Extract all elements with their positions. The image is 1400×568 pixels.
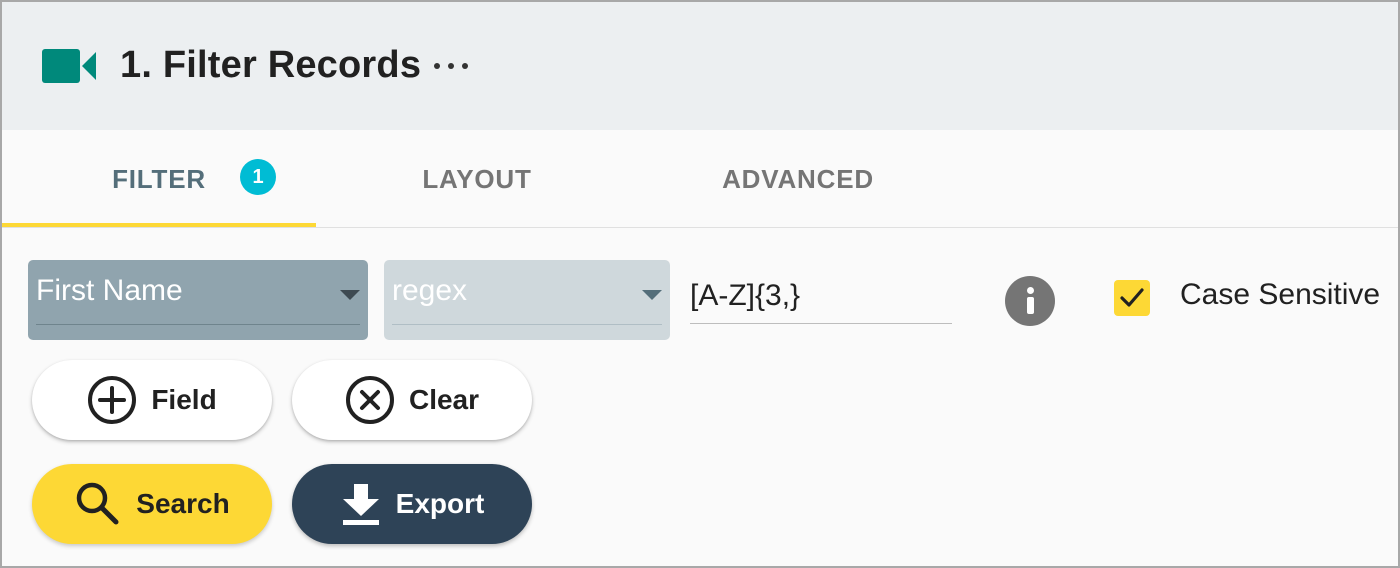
page-title: 1. Filter Records: [120, 44, 422, 86]
search-label: Search: [136, 488, 230, 519]
active-tab-indicator: [2, 223, 316, 227]
field-select-value: First Name: [36, 274, 183, 307]
tab-advanced[interactable]: ADVANCED: [638, 130, 958, 228]
operator-select[interactable]: regex: [384, 260, 670, 340]
export-label: Export: [395, 488, 485, 519]
chevron-down-icon: [340, 290, 360, 300]
checkmark-icon: [1120, 288, 1144, 307]
tab-filter-label: FILTER: [112, 163, 206, 194]
filter-count-badge: 1: [240, 159, 276, 195]
more-options-icon[interactable]: [434, 58, 468, 74]
tab-layout-label: LAYOUT: [422, 163, 532, 194]
add-field-label: Field: [151, 384, 217, 415]
add-circle-icon: [87, 375, 137, 425]
download-icon: [340, 482, 382, 526]
case-sensitive-label: Case Sensitive: [1180, 278, 1381, 311]
export-button[interactable]: Export: [292, 464, 532, 544]
clear-label: Clear: [408, 384, 480, 415]
operator-select-underline: [392, 324, 662, 325]
search-button[interactable]: Search: [32, 464, 272, 544]
field-select-underline: [36, 324, 360, 325]
field-select[interactable]: First Name: [28, 260, 368, 340]
panel-header: 1. Filter Records: [2, 2, 1398, 130]
filter-value-input[interactable]: [690, 274, 952, 324]
tab-bar: FILTER 1 LAYOUT ADVANCED: [2, 130, 1398, 228]
search-icon: [74, 480, 122, 528]
tab-advanced-label: ADVANCED: [722, 163, 874, 194]
clear-button[interactable]: Clear: [292, 360, 532, 440]
case-sensitive-checkbox[interactable]: [1114, 280, 1150, 316]
filter-panel: 1. Filter Records FILTER 1 LAYOUT ADVANC…: [0, 0, 1400, 568]
operator-select-value: regex: [392, 274, 468, 307]
info-icon[interactable]: [1005, 276, 1055, 326]
video-camera-icon: [42, 49, 96, 83]
chevron-down-icon: [642, 290, 662, 300]
tab-layout[interactable]: LAYOUT: [316, 130, 638, 228]
add-field-button[interactable]: Field: [32, 360, 272, 440]
cancel-circle-icon: [345, 375, 395, 425]
